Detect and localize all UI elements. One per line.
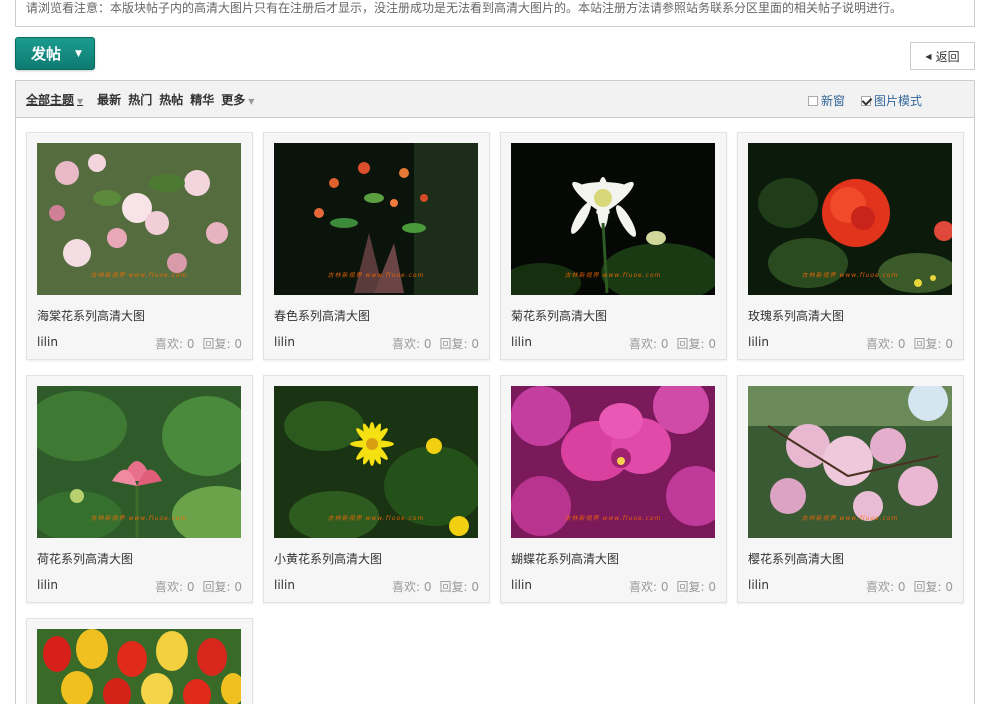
picture-mode-option[interactable]: 图片模式 [860, 92, 922, 109]
thread-card [26, 618, 253, 704]
filter-hot[interactable]: 热门 [128, 91, 152, 108]
likes-count: 喜欢: 0 [629, 580, 669, 594]
thumbnail-rose[interactable]: 古林新视界 www.fluoe.com [748, 143, 952, 295]
notice-text: 请浏览看注意：本版块帖子内的高清大图片只有在注册后才显示，没注册成功是无法看到高… [26, 1, 903, 15]
chevron-down-icon: ▼ [77, 96, 84, 106]
replies-count: 回复: 0 [913, 580, 954, 594]
thumbnail-begonia[interactable]: 古林新视界 www.fluoe.com [37, 143, 241, 295]
replies-count: 回复: 0 [676, 580, 717, 594]
new-post-label: 发帖 [31, 45, 62, 63]
thread-stats: 喜欢: 0 回复: 0 [384, 335, 479, 352]
caret-down-icon: ▼ [75, 48, 82, 59]
replies-count: 回复: 0 [202, 580, 243, 594]
filter-hot-posts[interactable]: 热帖 [159, 91, 183, 108]
filter-all-label: 全部主题 [26, 92, 75, 107]
likes-count: 喜欢: 0 [392, 337, 432, 351]
thread-stats: 喜欢: 0 回复: 0 [621, 578, 716, 595]
likes-count: 喜欢: 0 [155, 580, 195, 594]
view-options: 新窗 图片模式 [792, 92, 922, 109]
thread-stats: 喜欢: 0 回复: 0 [147, 335, 242, 352]
thread-title[interactable]: 玫瑰系列高清大图 [748, 307, 844, 324]
thread-card: 古林新视界 www.fluoe.com 玫瑰系列高清大图 lilin 喜欢: 0… [737, 132, 964, 360]
new-window-label: 新窗 [820, 94, 845, 108]
thread-author[interactable]: lilin [37, 578, 58, 592]
thread-author[interactable]: lilin [274, 335, 295, 349]
thread-stats: 喜欢: 0 回复: 0 [858, 578, 953, 595]
new-window-checkbox[interactable] [807, 95, 818, 106]
chevron-down-icon: ▼ [248, 96, 255, 106]
likes-count: 喜欢: 0 [629, 337, 669, 351]
thread-title[interactable]: 樱花系列高清大图 [748, 550, 844, 567]
watermark: 古林新视界 www.fluoe.com [801, 515, 899, 522]
watermark: 古林新视界 www.fluoe.com [327, 515, 425, 522]
thread-author[interactable]: lilin [511, 578, 532, 592]
thumbnail-tulip[interactable] [37, 629, 241, 704]
thread-title[interactable]: 海棠花系列高清大图 [37, 307, 145, 324]
thread-card: 古林新视界 www.fluoe.com 海棠花系列高清大图 lilin 喜欢: … [26, 132, 253, 360]
likes-count: 喜欢: 0 [155, 337, 195, 351]
back-button[interactable]: ◀ 返回 [910, 42, 975, 70]
replies-count: 回复: 0 [676, 337, 717, 351]
watermark: 古林新视界 www.fluoe.com [564, 272, 662, 279]
thread-title[interactable]: 春色系列高清大图 [274, 307, 370, 324]
filter-more-label: 更多 [221, 92, 246, 107]
thread-title[interactable]: 小黄花系列高清大图 [274, 550, 382, 567]
thread-author[interactable]: lilin [511, 335, 532, 349]
thumbnail-orchid[interactable]: 古林新视界 www.fluoe.com [511, 386, 715, 538]
thread-stats: 喜欢: 0 回复: 0 [147, 578, 242, 595]
thread-title[interactable]: 荷花系列高清大图 [37, 550, 133, 567]
back-arrow-icon: ◀ [925, 51, 932, 61]
filter-bar: 全部主题 ▼ 最新 热门 热帖 精华 更多 ▼ 新窗 图片模式 [16, 81, 974, 118]
thread-card: 古林新视界 www.fluoe.com 樱花系列高清大图 lilin 喜欢: 0… [737, 375, 964, 603]
thread-stats: 喜欢: 0 回复: 0 [384, 578, 479, 595]
replies-count: 回复: 0 [202, 337, 243, 351]
filter-more[interactable]: 更多 ▼ [221, 91, 254, 108]
thread-author[interactable]: lilin [748, 578, 769, 592]
likes-count: 喜欢: 0 [866, 337, 906, 351]
notice-bar: 请浏览看注意：本版块帖子内的高清大图片只有在注册后才显示，没注册成功是无法看到高… [15, 0, 975, 27]
thread-card: 古林新视界 www.fluoe.com 荷花系列高清大图 lilin 喜欢: 0… [26, 375, 253, 603]
new-window-option[interactable]: 新窗 [807, 92, 845, 109]
filter-digest[interactable]: 精华 [190, 91, 214, 108]
thread-stats: 喜欢: 0 回复: 0 [621, 335, 716, 352]
watermark: 古林新视界 www.fluoe.com [564, 515, 662, 522]
thread-card: 古林新视界 www.fluoe.com 蝴蝶花系列高清大图 lilin 喜欢: … [500, 375, 727, 603]
likes-count: 喜欢: 0 [392, 580, 432, 594]
thumbnail-spring[interactable]: 古林新视界 www.fluoe.com [274, 143, 478, 295]
replies-count: 回复: 0 [913, 337, 954, 351]
picture-mode-label: 图片模式 [873, 94, 922, 108]
thumbnail-cherry-blossom[interactable]: 古林新视界 www.fluoe.com [748, 386, 952, 538]
replies-count: 回复: 0 [439, 580, 480, 594]
watermark: 古林新视界 www.fluoe.com [801, 272, 899, 279]
back-label: 返回 [935, 49, 960, 64]
watermark: 古林新视界 www.fluoe.com [327, 272, 425, 279]
picture-mode-checkbox[interactable] [860, 95, 871, 106]
likes-count: 喜欢: 0 [866, 580, 906, 594]
watermark: 古林新视界 www.fluoe.com [90, 515, 188, 522]
thread-title[interactable]: 菊花系列高清大图 [511, 307, 607, 324]
thumbnail-yellow-flower[interactable]: 古林新视界 www.fluoe.com [274, 386, 478, 538]
replies-count: 回复: 0 [439, 337, 480, 351]
thread-card: 古林新视界 www.fluoe.com 春色系列高清大图 lilin 喜欢: 0… [263, 132, 490, 360]
filter-all-threads[interactable]: 全部主题 ▼ [26, 91, 83, 108]
thread-author[interactable]: lilin [748, 335, 769, 349]
thread-card: 古林新视界 www.fluoe.com 小黄花系列高清大图 lilin 喜欢: … [263, 375, 490, 603]
thread-card: 古林新视界 www.fluoe.com 菊花系列高清大图 lilin 喜欢: 0… [500, 132, 727, 360]
thread-title[interactable]: 蝴蝶花系列高清大图 [511, 550, 619, 567]
new-post-button[interactable]: 发帖 ▼ [15, 37, 95, 70]
thumbnail-chrysanthemum[interactable]: 古林新视界 www.fluoe.com [511, 143, 715, 295]
thread-author[interactable]: lilin [37, 335, 58, 349]
watermark: 古林新视界 www.fluoe.com [90, 272, 188, 279]
thumbnail-lotus[interactable]: 古林新视界 www.fluoe.com [37, 386, 241, 538]
filter-latest[interactable]: 最新 [97, 91, 121, 108]
thread-stats: 喜欢: 0 回复: 0 [858, 335, 953, 352]
thread-author[interactable]: lilin [274, 578, 295, 592]
